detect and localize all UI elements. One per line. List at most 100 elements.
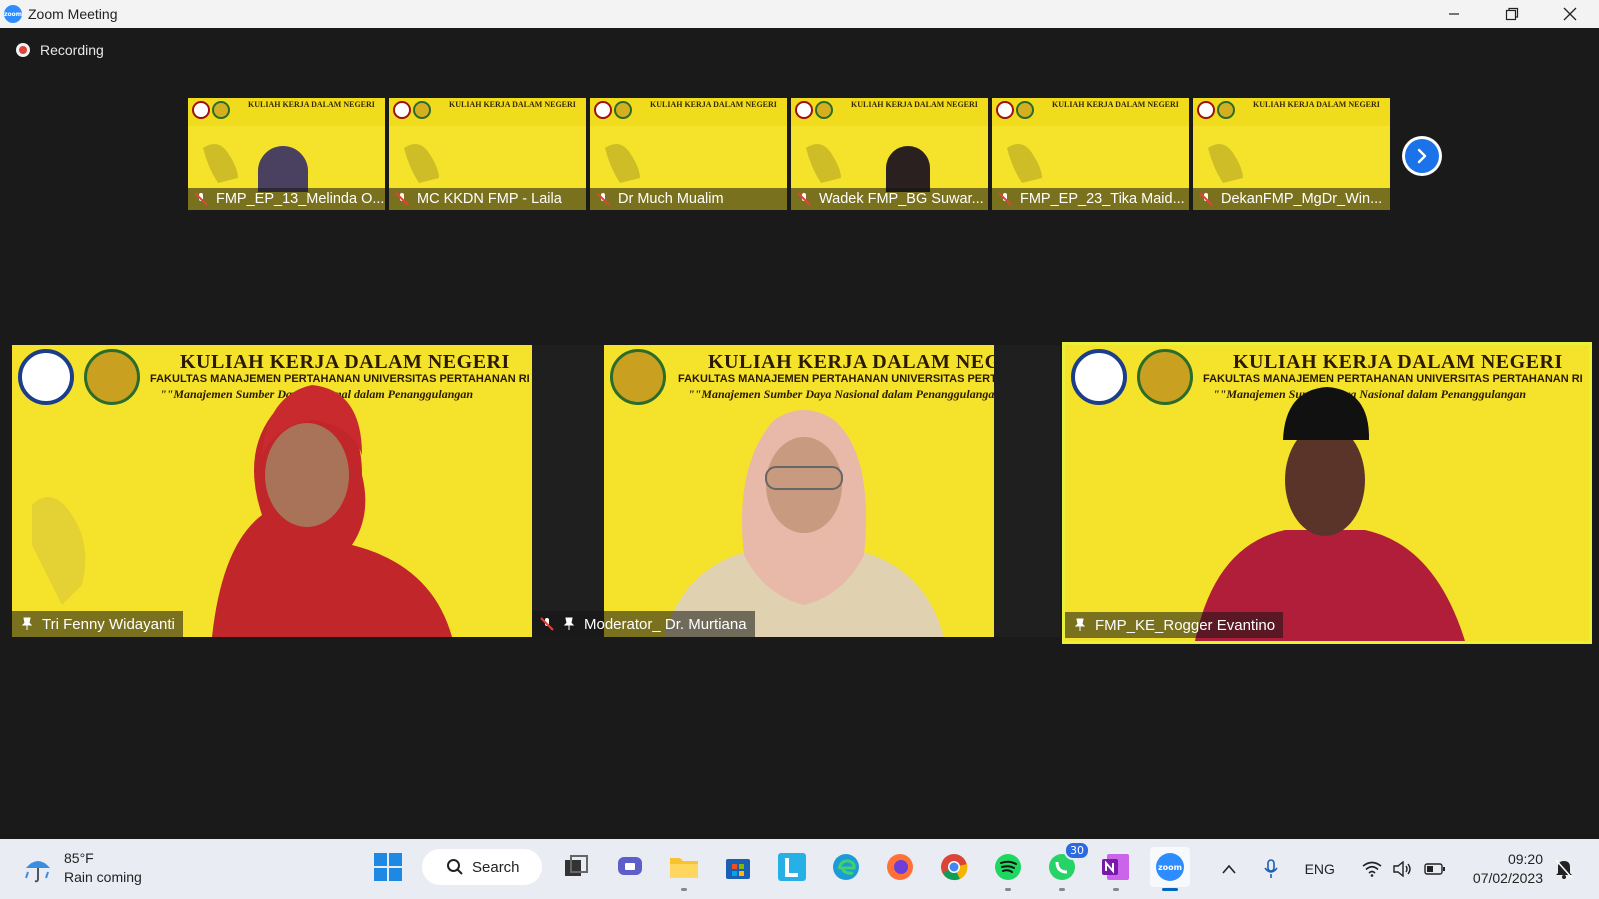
battery-tray-button[interactable] <box>1424 862 1446 876</box>
show-hidden-icons-button[interactable] <box>1221 863 1237 875</box>
mic-muted-icon <box>1199 192 1213 206</box>
taskbar-clock[interactable]: 09:20 07/02/2023 <box>1473 850 1543 888</box>
firefox-icon <box>887 854 913 880</box>
video-tile-3-active-speaker[interactable]: KULIAH KERJA DALAM NEGERI FAKULTAS MANAJ… <box>1062 342 1592 644</box>
map-graphic <box>1208 144 1243 183</box>
umbrella-rain-icon <box>25 861 50 883</box>
edge-browser-button[interactable] <box>826 847 866 887</box>
map-graphic <box>203 144 238 183</box>
chrome-icon <box>941 854 968 881</box>
search-label: Search <box>472 858 520 876</box>
participant-video <box>258 146 308 192</box>
weather-description: Rain coming <box>64 869 142 885</box>
thumbnail-banner-title: KULIAH KERJA DALAM NEGERI <box>449 100 576 109</box>
university-logo-icon <box>1197 101 1215 119</box>
restore-button[interactable] <box>1483 0 1541 28</box>
participant-thumbnail-strip: KULIAH KERJA DALAM NEGERI FMP_EP_13_Melin… <box>188 98 1390 210</box>
map-graphic <box>806 144 841 183</box>
active-app-indicator <box>1162 888 1178 891</box>
participant-name-label: MC KKDN FMP - Laila <box>389 188 586 210</box>
notification-badge: 30 <box>1064 841 1090 860</box>
participant-name-label: DekanFMP_MgDr_Win... <box>1193 188 1390 210</box>
wifi-icon <box>1362 861 1382 877</box>
edge-icon <box>833 854 859 880</box>
zoom-taskbar-button[interactable]: zoom <box>1150 847 1190 891</box>
close-icon <box>1563 7 1577 21</box>
participant-video <box>664 410 944 637</box>
chevron-up-icon <box>1221 864 1236 874</box>
clock-date: 07/02/2023 <box>1472 870 1543 886</box>
teams-chat-button[interactable] <box>610 847 650 887</box>
participant-thumbnail[interactable]: KULIAH KERJA DALAM NEGERI Wadek FMP_BG Su… <box>791 98 988 210</box>
windows-logo-icon <box>374 853 402 881</box>
faculty-logo-icon <box>815 101 833 119</box>
participant-video <box>32 385 452 637</box>
mic-muted-icon <box>540 617 554 631</box>
minimize-icon <box>1449 13 1459 15</box>
minimize-button[interactable] <box>1425 0 1483 28</box>
faculty-logo-icon <box>413 101 431 119</box>
input-language-indicator[interactable]: ENG <box>1305 861 1335 877</box>
participant-video-frame: KULIAH KERJA DALAM NEGERI FAKULTAS MANAJ… <box>604 345 994 637</box>
participant-name-label: FMP_EP_23_Tika Maid... <box>992 188 1189 210</box>
university-logo-icon <box>795 101 813 119</box>
participant-video <box>1195 387 1465 641</box>
participant-thumbnail[interactable]: KULIAH KERJA DALAM NEGERI DekanFMP_MgDr_W… <box>1193 98 1390 210</box>
taskbar-search-box[interactable]: Search <box>422 849 542 885</box>
university-logo-icon <box>192 101 210 119</box>
spotify-button[interactable] <box>988 847 1028 891</box>
mic-muted-icon <box>998 192 1012 206</box>
title-bar: zoom Zoom Meeting <box>0 0 1599 28</box>
onenote-button[interactable] <box>1096 847 1136 891</box>
volume-tray-button[interactable] <box>1393 861 1413 877</box>
university-logo-icon <box>594 101 612 119</box>
weather-widget[interactable]: 85°F Rain coming <box>22 849 142 887</box>
zoom-icon: zoom <box>1156 853 1184 881</box>
participant-name-label: Tri Fenny Widayanti <box>12 611 183 637</box>
task-view-button[interactable] <box>556 847 596 887</box>
chevron-right-icon <box>1405 139 1439 173</box>
windows-taskbar: 85°F Rain coming Search 30 zoom ENG 09:2… <box>0 839 1599 899</box>
onenote-icon <box>1102 854 1129 880</box>
taskbar-app-icons: Search 30 zoom <box>368 841 1190 891</box>
close-button[interactable] <box>1541 0 1599 28</box>
participant-thumbnail[interactable]: KULIAH KERJA DALAM NEGERI FMP_EP_23_Tika … <box>992 98 1189 210</box>
participant-thumbnail[interactable]: KULIAH KERJA DALAM NEGERI Dr Much Mualim <box>590 98 787 210</box>
faculty-logo-icon <box>1217 101 1235 119</box>
participant-thumbnail[interactable]: KULIAH KERJA DALAM NEGERI FMP_EP_13_Melin… <box>188 98 385 210</box>
window-controls <box>1425 0 1599 28</box>
mic-muted-icon <box>596 192 610 206</box>
thumbnail-banner-title: KULIAH KERJA DALAM NEGERI <box>1253 100 1380 109</box>
firefox-button[interactable] <box>880 847 920 887</box>
microsoft-store-button[interactable] <box>718 847 758 887</box>
next-page-button[interactable] <box>1402 136 1442 176</box>
wifi-tray-button[interactable] <box>1362 861 1382 877</box>
running-indicator <box>1005 888 1011 891</box>
thumbnail-banner-title: KULIAH KERJA DALAM NEGERI <box>851 100 978 109</box>
search-icon <box>447 859 463 875</box>
recording-label: Recording <box>40 42 104 58</box>
participant-name-label: Dr Much Mualim <box>590 188 787 210</box>
participant-name-label: Wadek FMP_BG Suwar... <box>791 188 988 210</box>
chrome-button[interactable] <box>934 847 974 887</box>
notifications-button[interactable] <box>1555 859 1573 879</box>
microphone-tray-button[interactable] <box>1263 859 1278 879</box>
participant-thumbnail[interactable]: KULIAH KERJA DALAM NEGERI MC KKDN FMP - L… <box>389 98 586 210</box>
recording-indicator[interactable]: Recording <box>16 42 104 58</box>
map-graphic <box>404 144 439 183</box>
notification-bell-icon <box>1555 859 1573 879</box>
participant-name-label: Moderator_ Dr. Murtiana <box>532 611 755 637</box>
faculty-logo-icon <box>1016 101 1034 119</box>
mic-muted-icon <box>395 192 409 206</box>
pin-icon <box>1074 618 1086 631</box>
zoom-app-icon: zoom <box>4 5 22 23</box>
start-button[interactable] <box>368 847 408 887</box>
whatsapp-button[interactable]: 30 <box>1042 841 1090 891</box>
file-explorer-button[interactable] <box>664 847 704 891</box>
thumbnail-banner-title: KULIAH KERJA DALAM NEGERI <box>248 100 375 109</box>
l-app-button[interactable] <box>772 847 812 887</box>
video-tile-2[interactable]: KULIAH KERJA DALAM NEGERI FAKULTAS MANAJ… <box>532 345 1060 637</box>
weather-temperature: 85°F <box>64 850 94 866</box>
video-tile-1[interactable]: KULIAH KERJA DALAM NEGERI FAKULTAS MANAJ… <box>12 345 532 637</box>
recording-dot-icon <box>16 43 30 57</box>
